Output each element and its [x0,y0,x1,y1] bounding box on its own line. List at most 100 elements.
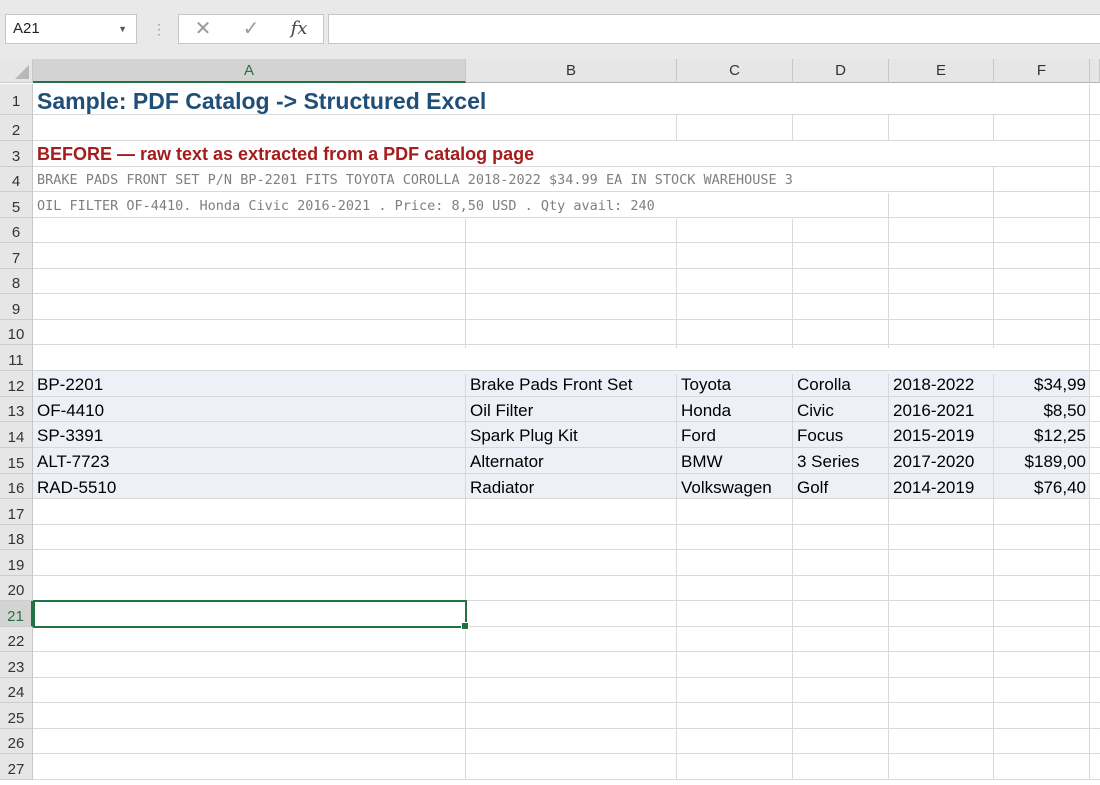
before-heading: BEFORE — raw text as extracted from a PD… [37,144,535,164]
grid-line [676,114,677,141]
table-cell[interactable]: Alternator [466,448,677,474]
table-cell[interactable]: $76,40 [994,474,1090,499]
table-cell[interactable]: RAD-5510 [33,474,466,499]
grid-line [33,728,1100,729]
grid-line [792,114,793,141]
cancel-icon[interactable]: ✕ [183,15,223,43]
grid-line [33,319,1100,320]
sheet-title: Sample: PDF Catalog -> Structured Excel [37,88,487,114]
grid-line [33,651,1100,652]
table-cell[interactable]: OF-4410 [33,397,466,422]
grid-line [33,575,1100,576]
table-cell[interactable]: BMW [677,448,793,474]
table-cell[interactable]: Toyota [677,371,793,397]
grid-line [888,114,889,141]
table-cell[interactable]: 2017-2020 [889,448,994,474]
table-cell[interactable]: Civic [793,397,889,422]
grid-line [33,293,1100,294]
column-header-c[interactable]: C [677,59,793,83]
grid-line [33,242,1100,243]
row-header-17[interactable]: 17 [0,499,33,525]
table-cell[interactable]: $189,00 [994,448,1090,474]
table-cell[interactable]: $34,99 [994,371,1090,397]
insert-function-icon[interactable]: fx [279,15,319,43]
name-box-value: A21 [13,20,40,37]
grid-line [33,524,1100,525]
row-header-15[interactable]: 15 [0,448,33,474]
column-header-d[interactable]: D [793,59,889,83]
column-header-next[interactable] [1090,59,1100,83]
table-cell[interactable]: Focus [793,422,889,448]
table-cell[interactable]: $12,25 [994,422,1090,448]
row-header-12[interactable]: 12 [0,371,33,397]
selected-cell[interactable] [33,600,469,630]
column-header-a[interactable]: A [33,59,466,83]
row-header-11[interactable]: 11 [0,345,33,371]
column-header-b[interactable]: B [466,59,677,83]
table-cell[interactable]: Volkswagen [677,474,793,499]
table-cell[interactable]: SP-3391 [33,422,466,448]
grid-line [33,114,1100,115]
row-header-9[interactable]: 9 [0,294,33,320]
grid-line [33,549,1100,550]
formula-input[interactable] [328,14,1100,44]
row-header-4[interactable]: 4 [0,167,33,192]
table-cell[interactable]: 2018-2022 [889,371,994,397]
grid-line [33,677,1100,678]
table-cell[interactable]: Brake Pads Front Set [466,371,677,397]
row-header-10[interactable]: 10 [0,320,33,345]
row-header-14[interactable]: 14 [0,422,33,448]
row-header-25[interactable]: 25 [0,703,33,729]
row-header-26[interactable]: 26 [0,729,33,754]
formula-bar: A21 ▼ ⋮ ✕ ✓ fx [0,0,1100,59]
table-cell[interactable]: Oil Filter [466,397,677,422]
sheet-grid[interactable]: Sample: PDF Catalog -> Structured Excel … [33,84,1100,780]
grid-line [676,219,677,348]
grid-line [33,268,1100,269]
table-cell[interactable]: $8,50 [994,397,1090,422]
table-cell[interactable]: BP-2201 [33,371,466,397]
row-header-27[interactable]: 27 [0,754,33,780]
grid-line [33,344,1100,345]
table-cell[interactable]: 3 Series [793,448,889,474]
grid-line [792,219,793,348]
table-cell[interactable]: Spark Plug Kit [466,422,677,448]
grid-line [993,114,994,141]
table-cell[interactable]: ALT-7723 [33,448,466,474]
row-header-5[interactable]: 5 [0,192,33,218]
name-box[interactable]: A21 ▼ [5,14,137,44]
row-header-2[interactable]: 2 [0,115,33,141]
enter-icon[interactable]: ✓ [231,15,271,43]
column-header-e[interactable]: E [889,59,994,83]
chevron-down-icon[interactable]: ▼ [118,15,127,43]
row-header-23[interactable]: 23 [0,652,33,678]
row-header-6[interactable]: 6 [0,218,33,243]
table-cell[interactable]: Ford [677,422,793,448]
more-options-icon[interactable]: ⋮ [152,18,166,40]
table-cell[interactable]: Radiator [466,474,677,499]
select-all-button[interactable] [0,59,33,83]
formula-buttons: ✕ ✓ fx [178,14,324,44]
table-cell[interactable]: Honda [677,397,793,422]
grid-line [33,753,1100,754]
row-header-13[interactable]: 13 [0,397,33,422]
row-header-7[interactable]: 7 [0,243,33,269]
row-header-22[interactable]: 22 [0,627,33,652]
row-header-8[interactable]: 8 [0,269,33,294]
row-header-16[interactable]: 16 [0,474,33,499]
table-cell[interactable]: 2015-2019 [889,422,994,448]
table-cell[interactable]: 2016-2021 [889,397,994,422]
column-header-f[interactable]: F [994,59,1090,83]
row-header-20[interactable]: 20 [0,576,33,601]
table-cell[interactable]: 2014-2019 [889,474,994,499]
row-header-21[interactable]: 21 [0,601,33,627]
table-cell[interactable]: Corolla [793,371,889,397]
grid-line [465,219,466,348]
grid-line [33,702,1100,703]
table-cell[interactable]: Golf [793,474,889,499]
row-header-24[interactable]: 24 [0,678,33,703]
row-header-3[interactable]: 3 [0,141,33,167]
row-header-19[interactable]: 19 [0,550,33,576]
row-header-1[interactable]: 1 [0,84,33,115]
row-header-18[interactable]: 18 [0,525,33,550]
